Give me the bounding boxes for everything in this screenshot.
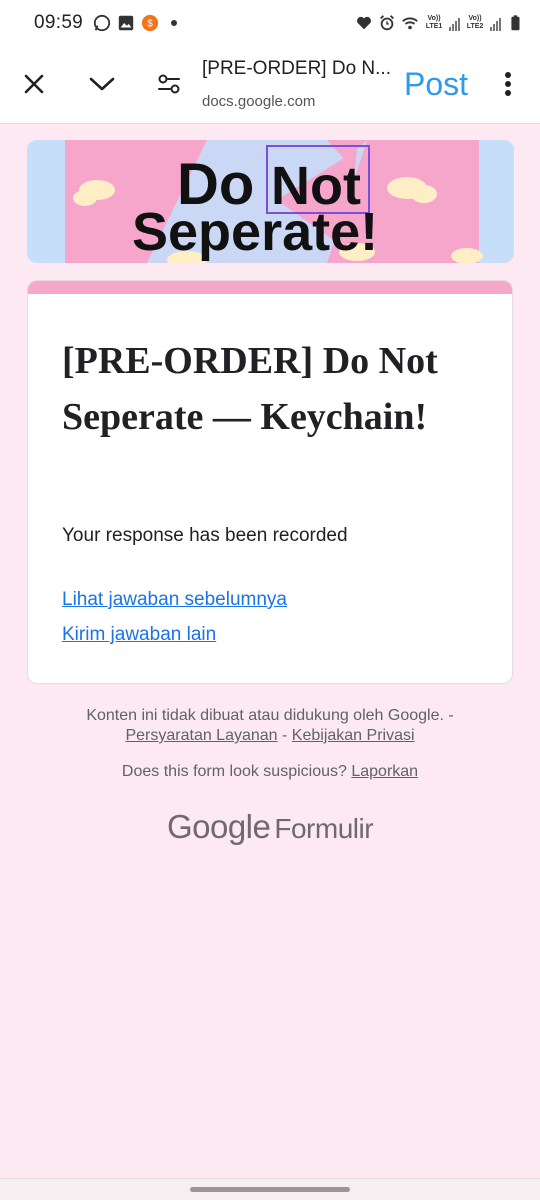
whatsapp-icon: [93, 14, 111, 32]
status-bar: 09:59 $ Vo)) LTE1 Vo)) LTE2: [0, 0, 540, 46]
privacy-policy-link[interactable]: Kebijakan Privasi: [292, 727, 415, 744]
wifi-icon: [402, 17, 418, 30]
report-link[interactable]: Laporkan: [351, 763, 418, 780]
custom-tab-toolbar: [PRE-ORDER] Do N... docs.google.com Post: [0, 46, 540, 124]
suspicious-question: Does this form look suspicious?: [121, 763, 347, 780]
footer-separator: -: [277, 727, 292, 744]
page-settings-icon: [158, 74, 180, 94]
more-vert-icon: [505, 72, 511, 96]
sim2-label: Vo)) LTE2: [466, 15, 484, 30]
chevron-down-icon: [89, 77, 115, 91]
page-url: docs.google.com: [202, 93, 316, 110]
svg-text:$: $: [147, 19, 153, 30]
status-time: 09:59: [34, 12, 84, 33]
shopee-icon: $: [141, 14, 159, 32]
banner-word-seperate: Seperate!: [132, 202, 378, 262]
submit-another-response-link[interactable]: Kirim jawaban lain: [62, 624, 216, 646]
home-gesture-handle[interactable]: [190, 1187, 350, 1192]
form-title: [PRE-ORDER] Do Not Seperate — Keychain!: [62, 340, 438, 438]
sim1-label: Vo)) LTE1: [425, 15, 443, 30]
battery-icon: [511, 15, 520, 31]
page-title: [PRE-ORDER] Do N...: [202, 58, 391, 79]
terms-of-service-link[interactable]: Persyaratan Layanan: [125, 727, 277, 744]
view-previous-response-link[interactable]: Lihat jawaban sebelumnya: [62, 589, 287, 611]
close-button[interactable]: [12, 62, 56, 106]
close-icon: [24, 74, 44, 94]
confirmation-message: Your response has been recorded: [62, 525, 348, 546]
card-accent-bar: [28, 281, 512, 294]
sim2-signal-icon: [490, 15, 501, 31]
page-settings-button[interactable]: [147, 62, 191, 106]
system-icons: Vo)) LTE1 Vo)) LTE2: [355, 14, 524, 32]
form-header-image: Do Not Seperate!: [27, 140, 514, 263]
footer-links: Persyaratan Layanan - Kebijakan Privasi: [0, 727, 540, 745]
footer-disclaimer: Konten ini tidak dibuat atau didukung ol…: [86, 707, 454, 724]
gallery-icon: [118, 15, 134, 31]
notification-icons: $: [93, 14, 178, 32]
more-notifications-dot: [171, 20, 178, 26]
google-wordmark: Google: [166, 808, 271, 845]
post-button[interactable]: Post: [404, 66, 468, 103]
navigation-bar: [0, 1178, 540, 1200]
sim1-signal-icon: [449, 15, 460, 31]
heart-icon: [356, 16, 372, 30]
header-artwork: Do Not Seperate!: [65, 140, 483, 263]
minimize-button[interactable]: [80, 62, 124, 106]
more-options-button[interactable]: [486, 62, 530, 106]
alarm-icon: [380, 15, 394, 31]
report-line: Does this form look suspicious? Laporkan: [0, 763, 540, 781]
forms-wordmark: Formulir: [274, 813, 374, 844]
confirmation-card: [PRE-ORDER] Do Not Seperate — Keychain! …: [27, 280, 513, 684]
google-forms-logo: Google Formulir: [0, 808, 540, 846]
